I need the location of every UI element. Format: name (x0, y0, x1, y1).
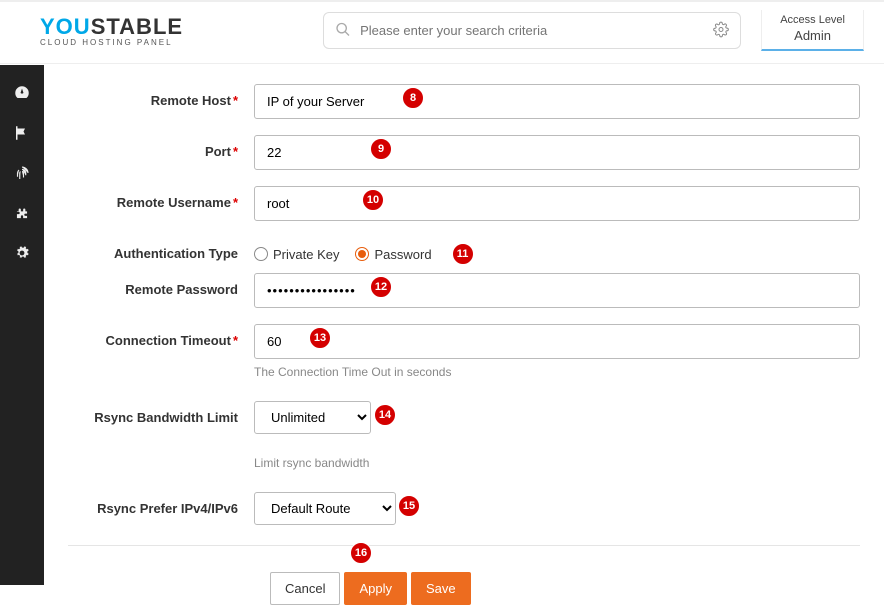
gear-icon (13, 244, 31, 262)
auth-private-key-label: Private Key (273, 247, 339, 262)
remote-username-input[interactable] (254, 186, 860, 221)
search-container (323, 12, 741, 49)
form-content: Remote Host* 8 Port* 9 Remote Username* … (44, 64, 884, 605)
sidebar-item-plugin[interactable] (0, 193, 44, 233)
auth-password-label: Password (374, 247, 431, 262)
required-asterisk: * (233, 333, 238, 348)
search-settings-icon[interactable] (713, 21, 729, 40)
top-bar: YOUSTABLE CLOUD HOSTING PANEL Access Lev… (0, 0, 884, 64)
fingerprint-icon (13, 164, 31, 182)
required-asterisk: * (233, 195, 238, 210)
brand-part2: STABLE (91, 14, 183, 39)
remote-username-label: Remote Username (117, 195, 231, 210)
sidebar-item-settings[interactable] (0, 233, 44, 273)
button-row: 16 Cancel Apply Save (254, 572, 860, 605)
remote-host-label: Remote Host (151, 93, 231, 108)
rsync-ip-select[interactable]: Default Route (254, 492, 396, 525)
search-input[interactable] (323, 12, 741, 49)
sidebar-item-dashboard[interactable] (0, 73, 44, 113)
marker-15: 15 (398, 495, 420, 517)
flag-icon (13, 124, 31, 142)
access-level-value: Admin (780, 28, 845, 43)
search-icon (335, 21, 351, 40)
required-asterisk: * (233, 93, 238, 108)
save-button[interactable]: Save (411, 572, 471, 605)
cancel-button[interactable]: Cancel (270, 572, 340, 605)
marker-10: 10 (362, 189, 384, 211)
port-label: Port (205, 144, 231, 159)
brand-tagline: CLOUD HOSTING PANEL (40, 38, 183, 47)
rsync-bw-helper: Limit rsync bandwidth (254, 456, 860, 470)
auth-type-label: Authentication Type (114, 246, 238, 261)
apply-button[interactable]: Apply (344, 572, 407, 605)
marker-14: 14 (374, 404, 396, 426)
marker-9: 9 (370, 138, 392, 160)
auth-password-radio[interactable]: Password (355, 247, 431, 262)
auth-private-key-radio[interactable]: Private Key (254, 247, 339, 262)
divider (68, 545, 860, 546)
remote-password-label: Remote Password (125, 282, 238, 297)
rsync-bw-label: Rsync Bandwidth Limit (94, 410, 238, 425)
remote-host-input[interactable] (254, 84, 860, 119)
sidebar-item-fingerprint[interactable] (0, 153, 44, 193)
radio-icon (355, 247, 369, 261)
remote-password-input[interactable] (254, 273, 860, 308)
connection-timeout-label: Connection Timeout (106, 333, 231, 348)
port-input[interactable] (254, 135, 860, 170)
puzzle-icon (13, 204, 31, 222)
brand-part1: YOU (40, 14, 91, 39)
rsync-ip-label: Rsync Prefer IPv4/IPv6 (97, 501, 238, 516)
marker-16: 16 (350, 542, 372, 564)
rsync-bw-select[interactable]: Unlimited (254, 401, 371, 434)
connection-timeout-helper: The Connection Time Out in seconds (254, 365, 860, 379)
marker-8: 8 (402, 87, 424, 109)
marker-12: 12 (370, 276, 392, 298)
required-asterisk: * (233, 144, 238, 159)
marker-11: 11 (452, 243, 474, 265)
access-level-box[interactable]: Access Level Admin (761, 10, 864, 51)
gauge-icon (13, 84, 31, 102)
brand-logo: YOUSTABLE CLOUD HOSTING PANEL (40, 14, 183, 47)
sidebar (0, 65, 44, 585)
connection-timeout-input[interactable] (254, 324, 860, 359)
radio-icon (254, 247, 268, 261)
sidebar-item-flag[interactable] (0, 113, 44, 153)
marker-13: 13 (309, 327, 331, 349)
access-level-label: Access Level (780, 14, 845, 26)
